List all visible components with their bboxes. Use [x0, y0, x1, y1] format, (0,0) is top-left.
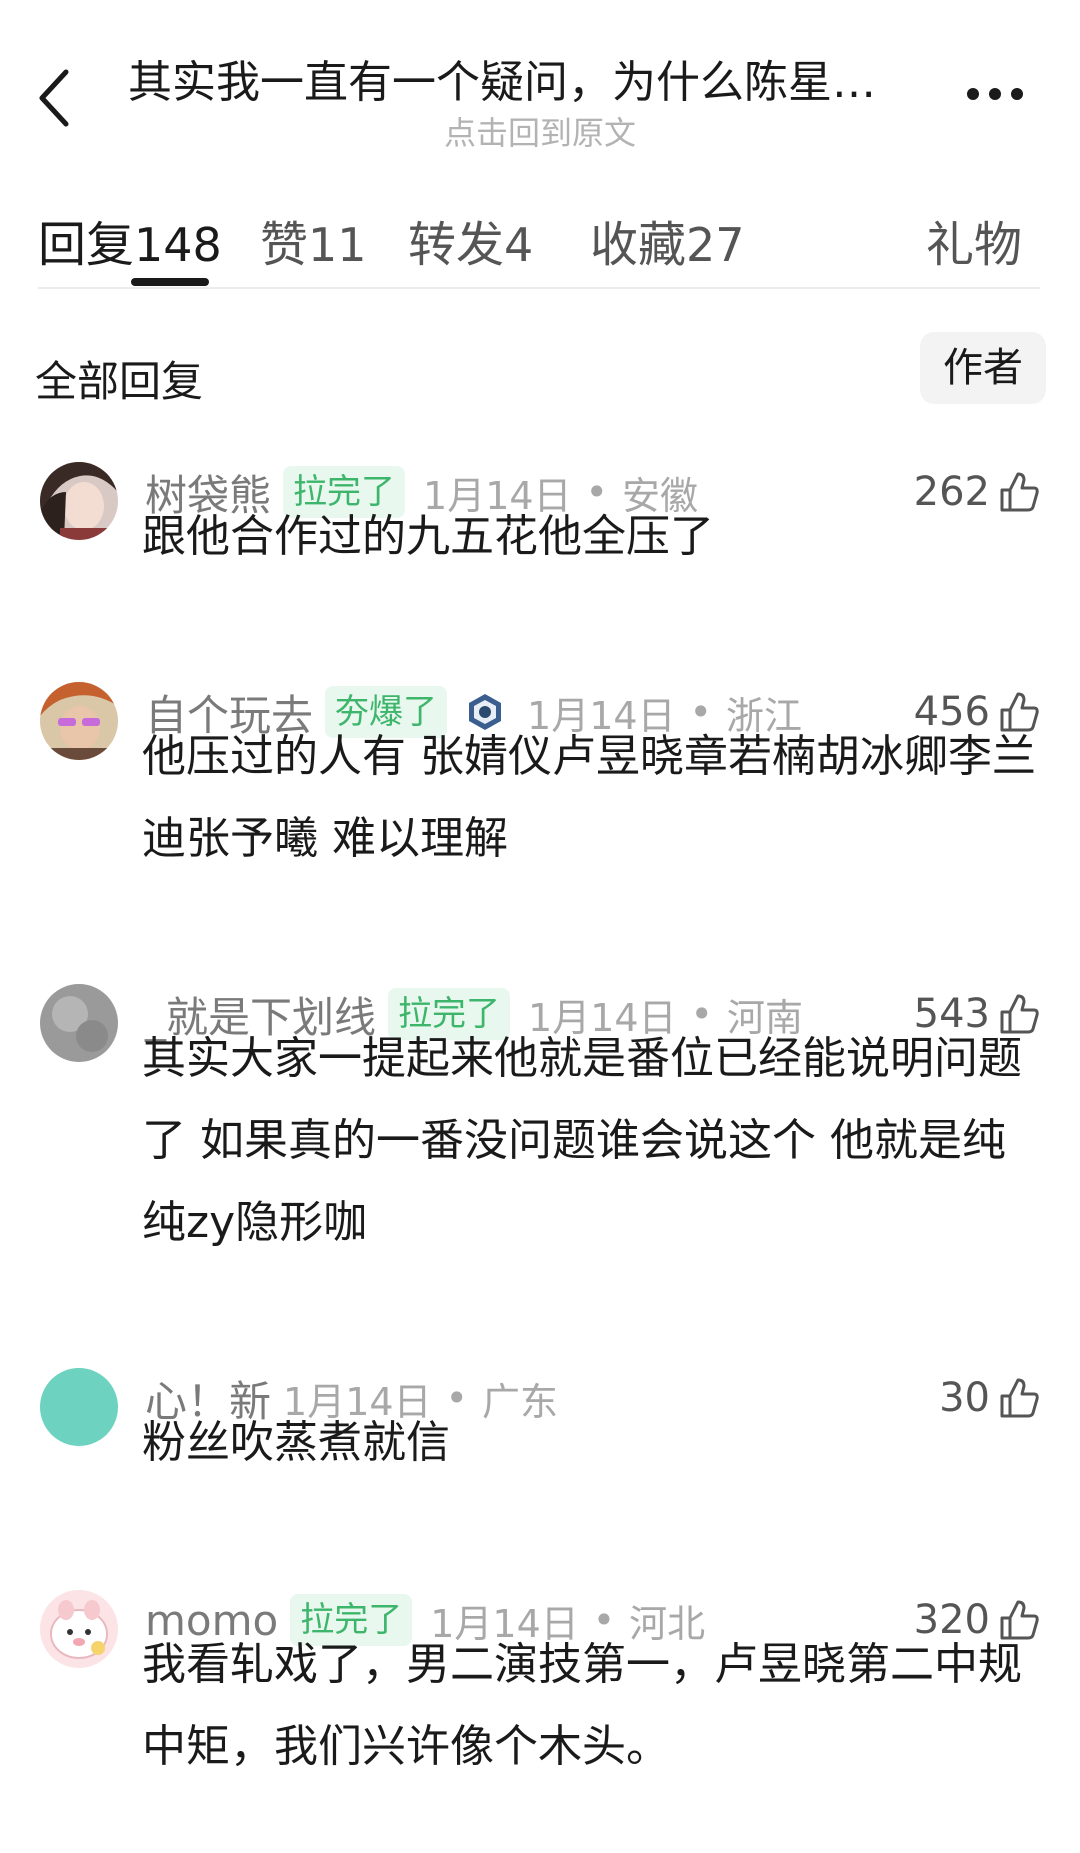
- tab-gifts[interactable]: 礼物: [926, 205, 1022, 275]
- avatar[interactable]: [40, 984, 118, 1062]
- tab-count: 11: [308, 218, 367, 272]
- avatar[interactable]: [40, 682, 118, 760]
- tab-reposts[interactable]: 转发4: [408, 205, 533, 275]
- comment-item: momo 拉完了 1月14日 • 河北 320 我看轧戏了，男二演技第一，卢昱晓…: [0, 1590, 1080, 1830]
- tab-label: 收藏: [590, 217, 687, 273]
- tab-replies[interactable]: 回复148: [38, 205, 222, 275]
- comment-item: 自个玩去 夯爆了 1月14日 • 浙江 456 他压过的人有 张婧仪卢昱晓章若楠…: [0, 682, 1080, 902]
- tab-count: 148: [134, 218, 222, 272]
- top-bar: 其实我一直有一个疑问，为什么陈星… 点击回到原文: [0, 0, 1080, 160]
- avatar[interactable]: [40, 1368, 118, 1446]
- more-options-icon[interactable]: [965, 82, 1025, 106]
- comment-item: _就是下划线 拉完了 1月14日 • 河南 543 其实大家一提起来他就是番位已…: [0, 984, 1080, 1284]
- tab-bar: 回复148 赞11 转发4 收藏27 礼物: [38, 195, 1040, 287]
- tab-count: 27: [686, 218, 745, 272]
- author-filter-button[interactable]: 作者: [920, 332, 1046, 404]
- tabs-divider: [38, 287, 1040, 289]
- active-tab-indicator: [131, 278, 209, 286]
- comment-text: 其实大家一提起来他就是番位已经能说明问题了 如果真的一番没问题谁会说这个 他就是…: [142, 1033, 1022, 1248]
- avatar[interactable]: [40, 1590, 118, 1668]
- comment-item: 心！新 1月14日 • 广东 30 粉丝吹蒸煮就信: [0, 1368, 1080, 1518]
- tab-favorites[interactable]: 收藏27: [590, 205, 745, 275]
- tab-label: 赞: [260, 217, 309, 273]
- comment-text: 跟他合作过的九五花他全压了: [142, 511, 714, 562]
- comment-item: 树袋熊 拉完了 1月14日 • 安徽 262 跟他合作过的九五花他全压了: [0, 462, 1080, 612]
- comment-text: 粉丝吹蒸煮就信: [142, 1417, 450, 1468]
- tab-label: 回复: [38, 217, 135, 273]
- tab-likes[interactable]: 赞11: [260, 205, 367, 275]
- post-title[interactable]: 其实我一直有一个疑问，为什么陈星…: [128, 46, 948, 110]
- comment-text: 我看轧戏了，男二演技第一，卢昱晓第二中规中矩，我们兴许像个木头。: [142, 1639, 1022, 1772]
- avatar[interactable]: [40, 462, 118, 540]
- comment-text: 他压过的人有 张婧仪卢昱晓章若楠胡冰卿李兰迪张予曦 难以理解: [142, 731, 1036, 864]
- tab-label: 礼物: [926, 217, 1023, 273]
- tab-label: 转发: [408, 217, 505, 273]
- tab-count: 4: [504, 218, 534, 272]
- back-to-original-link[interactable]: 点击回到原文: [0, 108, 1080, 154]
- all-replies-heading: 全部回复: [35, 357, 204, 406]
